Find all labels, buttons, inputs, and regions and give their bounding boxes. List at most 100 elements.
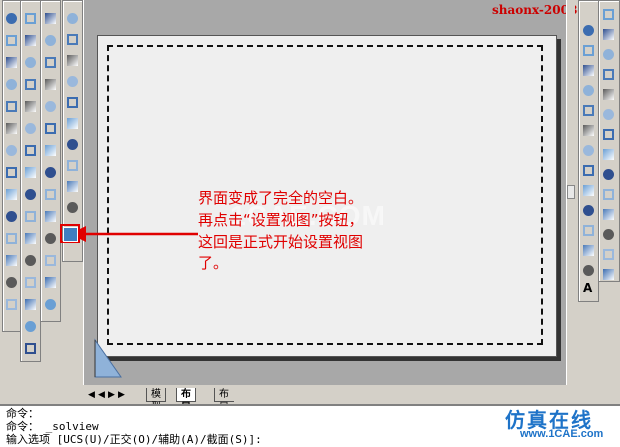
toolbar-button[interactable] — [3, 98, 18, 113]
toolbar-button[interactable] — [64, 178, 79, 193]
toolbar-button[interactable] — [3, 252, 18, 267]
toolbar-button[interactable] — [580, 242, 595, 257]
tool-icon — [67, 34, 78, 45]
tool-icon — [603, 9, 614, 20]
toolbar-button[interactable] — [580, 122, 595, 137]
toolbar-button[interactable] — [3, 296, 18, 311]
toolbar-button[interactable] — [600, 66, 615, 81]
tool-icon — [25, 321, 36, 332]
toolbar-button[interactable] — [580, 22, 595, 37]
toolbar-button[interactable] — [580, 102, 595, 117]
toolbar-button[interactable] — [22, 230, 37, 245]
toolbar-button[interactable] — [22, 10, 37, 25]
toolbar-button[interactable] — [22, 208, 37, 223]
toolbar-button[interactable] — [600, 266, 615, 281]
toolbar-button[interactable] — [22, 296, 37, 311]
toolbar-button[interactable] — [42, 274, 57, 289]
tab-layout1[interactable]: 布局1 — [176, 388, 196, 426]
toolbar-button[interactable] — [22, 98, 37, 113]
toolbar-button[interactable] — [42, 76, 57, 91]
toolbar-button[interactable] — [600, 206, 615, 221]
toolbar-button[interactable] — [600, 146, 615, 161]
toolbar-button[interactable] — [580, 182, 595, 197]
toolbar-button[interactable] — [600, 86, 615, 101]
toolbar-button[interactable] — [600, 246, 615, 261]
toolbar-button[interactable] — [22, 32, 37, 47]
toolbar-button[interactable] — [600, 226, 615, 241]
toolbar-button[interactable] — [580, 162, 595, 177]
toolbar-button[interactable] — [64, 94, 79, 109]
toolbar-button[interactable] — [42, 142, 57, 157]
toolbar-button[interactable] — [42, 296, 57, 311]
toolbar-button[interactable] — [22, 186, 37, 201]
toolbar-button[interactable] — [3, 142, 18, 157]
toolbar-button[interactable] — [22, 318, 37, 333]
vertical-scrollbar[interactable] — [566, 0, 575, 385]
toolbar-button[interactable] — [42, 98, 57, 113]
toolbar-button[interactable] — [42, 252, 57, 267]
toolbar-button[interactable] — [3, 274, 18, 289]
toolbar-button[interactable] — [580, 262, 595, 277]
toolbar-button[interactable] — [580, 142, 595, 157]
toolbar-button[interactable] — [600, 6, 615, 21]
horizontal-scrollbar[interactable] — [230, 388, 566, 401]
toolbar-button[interactable] — [3, 54, 18, 69]
toolbar-button[interactable] — [580, 222, 595, 237]
toolbar-button[interactable] — [22, 120, 37, 135]
toolbar-button[interactable] — [3, 120, 18, 135]
toolbar-button[interactable] — [22, 54, 37, 69]
toolbar-button[interactable] — [64, 136, 79, 151]
toolbar-button[interactable] — [64, 10, 79, 25]
toolbar-button[interactable] — [600, 126, 615, 141]
last-tab-icon[interactable]: ▶ — [118, 389, 125, 400]
setup-view-button[interactable] — [63, 227, 78, 242]
toolbar-button[interactable] — [42, 120, 57, 135]
toolbar-button[interactable] — [600, 106, 615, 121]
toolbar-button[interactable] — [22, 340, 37, 355]
toolbar-button[interactable] — [580, 202, 595, 217]
annotation-text: 界面变成了完全的空白。再点击“设置视图”按钮，这回是正式开始设置视图了。 — [198, 189, 364, 273]
toolbar-button[interactable] — [580, 62, 595, 77]
scroll-thumb[interactable] — [567, 185, 575, 199]
toolbar-button[interactable] — [600, 26, 615, 41]
toolbar-button[interactable] — [42, 10, 57, 25]
brand-url: www.1CAE.com — [520, 428, 604, 440]
tab-nav-buttons[interactable]: ◀ ◀ ▶ ▶ — [88, 388, 126, 401]
toolbar-button[interactable] — [64, 52, 79, 67]
command-prompt[interactable]: 输入选项 [UCS(U)/正交(O)/辅助(A)/截面(S)]: — [6, 434, 262, 446]
toolbar-button[interactable] — [600, 186, 615, 201]
toolbar-button[interactable] — [42, 54, 57, 69]
toolbar-button[interactable] — [22, 274, 37, 289]
text-tool-label[interactable]: A — [583, 281, 592, 295]
next-tab-icon[interactable]: ▶ — [108, 389, 115, 400]
toolbar-button[interactable] — [3, 10, 18, 25]
toolbar-button[interactable] — [42, 230, 57, 245]
toolbar-button[interactable] — [22, 164, 37, 179]
tab-model[interactable]: 模型 — [146, 388, 166, 413]
toolbar-button[interactable] — [3, 164, 18, 179]
toolbar-button[interactable] — [580, 82, 595, 97]
toolbar-button[interactable] — [600, 46, 615, 61]
toolbar-button[interactable] — [64, 157, 79, 172]
toolbar-button[interactable] — [42, 32, 57, 47]
first-tab-icon[interactable]: ◀ — [88, 389, 95, 400]
toolbar-button[interactable] — [64, 31, 79, 46]
toolbar-button[interactable] — [22, 76, 37, 91]
toolbar-button[interactable] — [42, 208, 57, 223]
toolbar-button[interactable] — [64, 199, 79, 214]
toolbar-button[interactable] — [3, 208, 18, 223]
toolbar-button[interactable] — [22, 142, 37, 157]
toolbar-button[interactable] — [64, 115, 79, 130]
toolbar-button[interactable] — [3, 186, 18, 201]
toolbar-button[interactable] — [600, 166, 615, 181]
toolbar-button[interactable] — [42, 164, 57, 179]
toolbar-button[interactable] — [3, 32, 18, 47]
toolbar-button[interactable] — [22, 252, 37, 267]
toolbar-button[interactable] — [3, 230, 18, 245]
toolbar-button[interactable] — [580, 42, 595, 57]
toolbar-button[interactable] — [42, 186, 57, 201]
prev-tab-icon[interactable]: ◀ — [98, 389, 105, 400]
tool-icon — [45, 35, 56, 46]
toolbar-button[interactable] — [64, 73, 79, 88]
toolbar-button[interactable] — [3, 76, 18, 91]
